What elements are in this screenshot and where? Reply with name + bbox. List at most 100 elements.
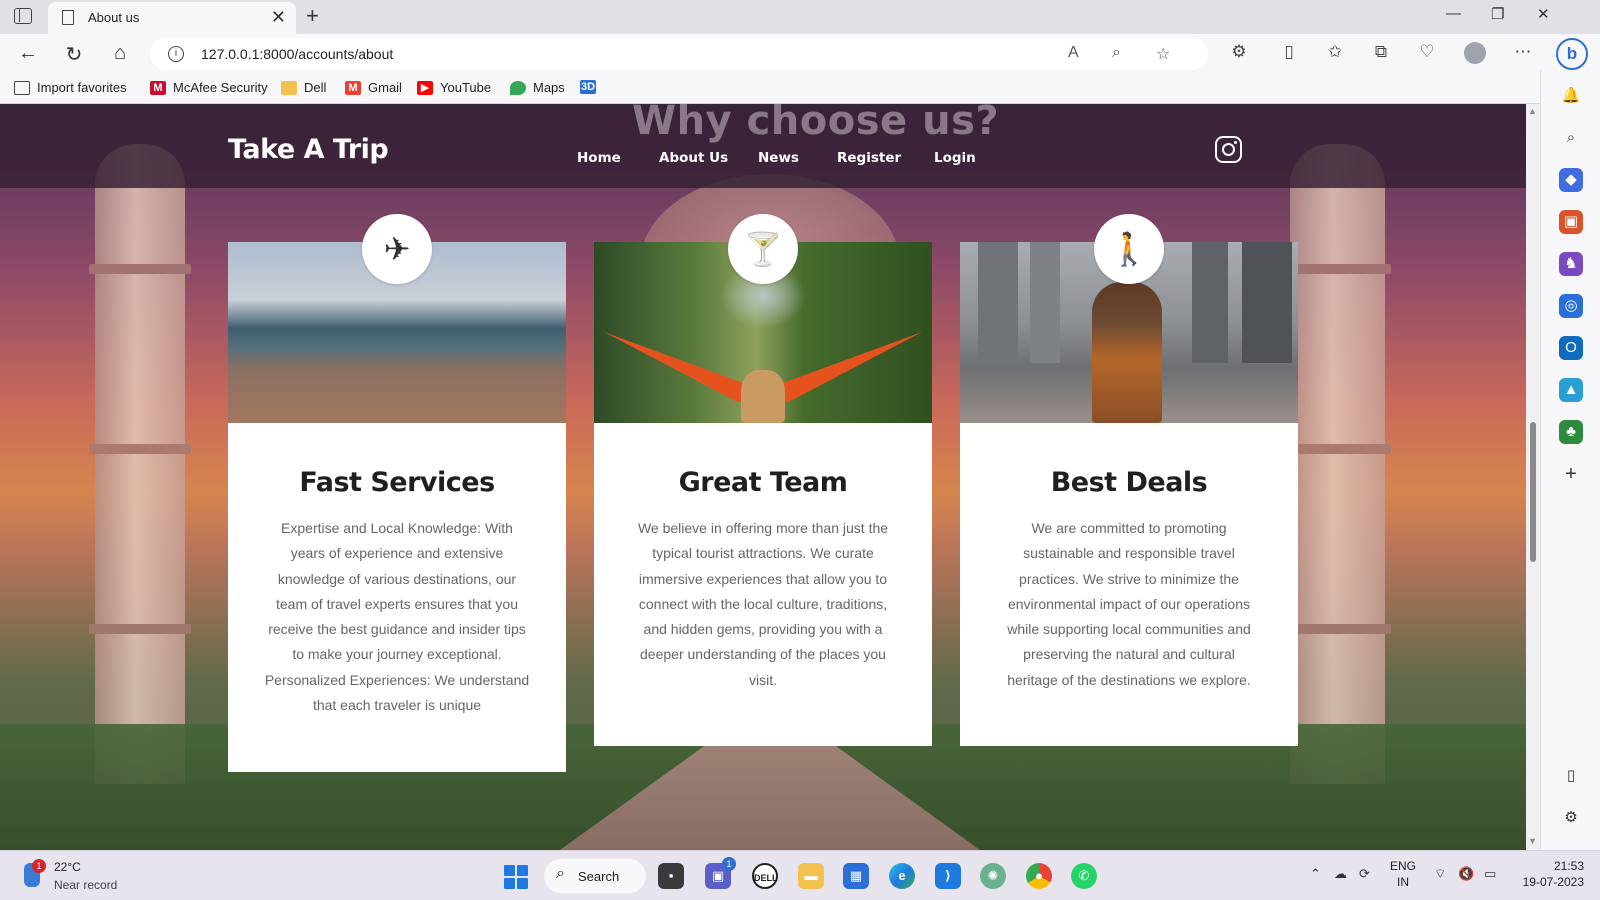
home-icon[interactable]: ⌂ (108, 42, 132, 65)
chatgpt-icon[interactable]: ✺ (980, 863, 1006, 889)
card-title: Fast Services (299, 467, 495, 498)
task-view-icon[interactable]: ▪ (658, 863, 684, 889)
site-logo[interactable]: Take A Trip (228, 134, 389, 165)
fav-import[interactable]: Import favorites (14, 80, 127, 95)
weather-temperature[interactable]: 22°C (54, 860, 81, 874)
scroll-thumb[interactable] (1530, 422, 1536, 562)
taskbar: 1 22°C Near record Search ▪ ▣ 1 DELL ▬ ▦… (0, 850, 1600, 900)
cocktail-icon: 🍸 (728, 214, 798, 284)
tree-icon[interactable]: ♣ (1559, 420, 1583, 444)
shopping-icon[interactable]: ◆ (1559, 168, 1583, 192)
nav-home[interactable]: Home (577, 150, 621, 166)
tab-active[interactable]: About us ✕ (48, 2, 296, 34)
fav-label: McAfee Security (173, 80, 268, 95)
add-icon[interactable]: + (1559, 462, 1583, 486)
gmail-icon: M (345, 80, 361, 95)
fav-gmail[interactable]: M Gmail (345, 80, 402, 95)
battery-icon[interactable]: ▭ (1484, 866, 1496, 882)
start-button[interactable] (504, 865, 528, 889)
fav-youtube[interactable]: ▶ YouTube (417, 80, 491, 95)
instagram-icon[interactable] (1215, 136, 1242, 163)
extensions-icon[interactable]: ⚙ (1228, 42, 1250, 62)
collections-icon[interactable]: ⧉ (1370, 42, 1392, 62)
fav-label: Dell (304, 80, 327, 95)
nav-register[interactable]: Register (837, 150, 901, 166)
weather-badge: 1 (32, 859, 46, 873)
new-tab-button[interactable]: + (306, 3, 319, 29)
3d-icon: 3D (580, 80, 596, 94)
wifi-icon[interactable]: ⌔ (1434, 866, 1446, 882)
games-icon[interactable]: ♞ (1559, 252, 1583, 276)
store-icon[interactable]: ▦ (843, 863, 869, 889)
language-indicator[interactable]: ENG IN (1390, 858, 1416, 890)
tab-actions-icon[interactable] (14, 8, 32, 24)
microsoft-365-icon[interactable]: ◎ (1559, 294, 1583, 318)
whatsapp-icon[interactable]: ✆ (1071, 863, 1097, 889)
fav-mcafee[interactable]: M McAfee Security (150, 80, 268, 95)
close-icon[interactable]: ✕ (271, 7, 286, 28)
address-bar[interactable]: i 127.0.0.1:8000/accounts/about A ⌕ ☆ (150, 38, 1208, 70)
system-clock[interactable]: 21:53 19-07-2023 (1514, 858, 1584, 890)
tab-title: About us (88, 10, 140, 25)
maps-icon (510, 80, 526, 95)
profile-avatar[interactable] (1464, 42, 1486, 64)
edge-icon[interactable]: e (889, 863, 915, 889)
settings-icon[interactable]: ⚙ (1559, 806, 1583, 830)
vscode-icon[interactable]: ⟩ (935, 863, 961, 889)
page-scrollbar[interactable]: ▲ ▼ (1526, 104, 1540, 850)
favorites-bar: Import favorites M McAfee Security Dell … (0, 74, 1500, 102)
person-shape (741, 370, 785, 423)
site-header: Why choose us? Take A Trip Home About Us… (0, 104, 1526, 188)
weather-description[interactable]: Near record (54, 878, 117, 892)
split-screen-icon[interactable]: ▯ (1278, 42, 1300, 62)
nav-news[interactable]: News (758, 150, 799, 166)
site-info-icon[interactable]: i (168, 46, 184, 62)
feature-card-best-deals: 🚶 Best Deals We are committed to promoti… (960, 214, 1298, 746)
nav-about-us[interactable]: About Us (659, 150, 728, 166)
copilot-icon[interactable]: b (1556, 38, 1588, 70)
show-hidden-icons[interactable]: ⌃ (1310, 866, 1321, 882)
hide-sidebar-icon[interactable]: ▯ (1559, 764, 1583, 788)
chrome-icon[interactable]: ● (1026, 863, 1052, 889)
tools-icon[interactable]: ▣ (1559, 210, 1583, 234)
drop-icon[interactable]: ▲ (1559, 378, 1583, 402)
more-options-icon[interactable]: ⋯ (1512, 42, 1534, 62)
search-icon[interactable]: ⌕ (1559, 126, 1583, 150)
nav-login[interactable]: Login (934, 150, 976, 166)
refresh-icon[interactable]: ↻ (62, 42, 86, 67)
youtube-icon: ▶ (417, 80, 433, 95)
language-code: ENG (1390, 859, 1417, 873)
fav-maps[interactable]: Maps (510, 80, 565, 95)
browser-toolbar: ← ↻ ⌂ i 127.0.0.1:8000/accounts/about A … (0, 34, 1600, 104)
scroll-down-icon[interactable]: ▼ (1528, 836, 1537, 846)
bell-icon[interactable]: 🔔 (1559, 84, 1583, 108)
clock-time: 21:53 (1553, 859, 1584, 873)
scroll-up-icon[interactable]: ▲ (1528, 106, 1537, 116)
traveler-shape (1092, 282, 1162, 423)
read-aloud-icon[interactable]: A (1068, 44, 1079, 62)
fav-dell[interactable]: Dell (281, 80, 326, 95)
browser-sidebar: 🔔 ⌕ ◆ ▣ ♞ ◎ O ▲ ♣ + ▯ ⚙ (1540, 70, 1600, 850)
feature-card-fast-services: ✈ Fast Services Expertise and Local Know… (228, 214, 566, 772)
folder-icon (281, 80, 297, 95)
taskbar-search[interactable]: Search (544, 859, 646, 893)
favorites-icon[interactable]: ✩ (1324, 42, 1346, 62)
card-title: Great Team (678, 467, 848, 498)
url-text[interactable]: 127.0.0.1:8000/accounts/about (201, 46, 393, 62)
outlook-icon[interactable]: O (1559, 336, 1583, 360)
onedrive-icon[interactable]: ☁ (1334, 866, 1347, 882)
background-minaret-right (1284, 144, 1391, 784)
favorite-star-icon[interactable]: ☆ (1156, 44, 1170, 64)
dell-icon[interactable]: DELL (752, 863, 778, 889)
sync-icon[interactable]: ⟳ (1359, 866, 1370, 882)
fav-3d[interactable]: 3D (580, 80, 596, 94)
clock-date: 19-07-2023 (1522, 875, 1584, 889)
file-explorer-icon[interactable]: ▬ (798, 863, 824, 889)
volume-muted-icon[interactable]: 🔇 (1458, 866, 1474, 882)
zoom-icon[interactable]: ⌕ (1112, 44, 1121, 62)
back-icon[interactable]: ← (16, 42, 40, 65)
window-close-icon[interactable]: ✕ (1537, 5, 1550, 23)
minimize-icon[interactable]: — (1446, 5, 1461, 22)
restore-icon[interactable]: ❐ (1491, 5, 1504, 23)
browser-essentials-icon[interactable]: ♡ (1416, 42, 1438, 62)
